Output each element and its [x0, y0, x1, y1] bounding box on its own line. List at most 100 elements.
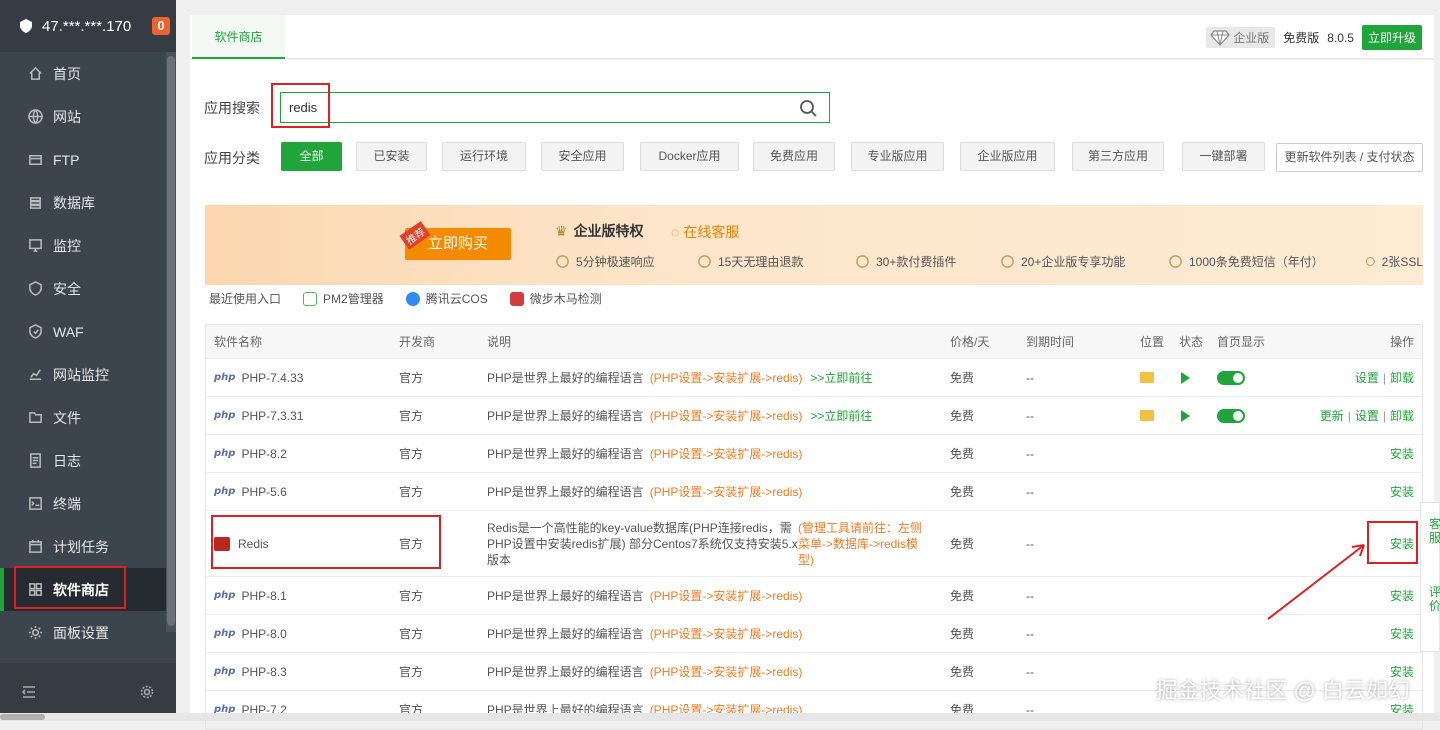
banner-feature-5: 2张SSL — [1365, 253, 1423, 270]
search-input[interactable]: redis — [280, 92, 830, 123]
row-name[interactable]: Redis — [214, 511, 269, 576]
homepage-toggle[interactable] — [1217, 370, 1245, 385]
online-service-link[interactable]: ◌ 在线客服 — [671, 222, 739, 242]
search-label: 应用搜索 — [204, 100, 260, 116]
category-6[interactable]: 专业版应用 — [851, 142, 944, 171]
category-1[interactable]: 已安装 — [356, 142, 427, 171]
op-卸载-button[interactable]: 卸载 — [1390, 407, 1414, 424]
op-设置-button[interactable]: 设置 — [1355, 407, 1379, 424]
folder-icon[interactable] — [1140, 372, 1154, 383]
sidebar-item-4[interactable]: 监控 — [0, 224, 176, 267]
row-expire: -- — [1026, 588, 1034, 603]
server-logo-icon — [20, 19, 32, 33]
watermark: 掘金技术社区 @ 白云如幻 — [1155, 678, 1410, 703]
table-row: Redis 官方 Redis是一个高性能的key-value数据库(PHP连接red… — [206, 511, 1422, 577]
homepage-toggle[interactable] — [1217, 408, 1245, 423]
col-homepage: 首页显示 — [1217, 335, 1266, 349]
sidebar-item-5[interactable]: 安全 — [0, 267, 176, 310]
row-vendor: 官方 — [399, 665, 424, 679]
waf-icon — [29, 324, 42, 339]
row-ops: 设置 | 卸载 — [1354, 369, 1414, 386]
sidebar-item-9[interactable]: 日志 — [0, 439, 176, 482]
php-icon: php — [214, 590, 236, 601]
op-安装-button[interactable]: 安装 — [1390, 587, 1414, 604]
upgrade-button[interactable]: 立即升级 — [1361, 25, 1422, 50]
banner-feature-3: 20+企业版专享功能 — [1000, 253, 1125, 270]
row-vendor: 官方 — [399, 371, 424, 385]
sidebar-item-1[interactable]: 网站 — [0, 95, 176, 138]
enterprise-badge[interactable]: 企业版 — [1206, 27, 1276, 48]
category-9[interactable]: 一键部署 — [1182, 142, 1265, 171]
sidebar-item-label: 安全 — [53, 280, 81, 297]
op-卸载-button[interactable]: 卸载 — [1390, 369, 1414, 386]
horizontal-scrollbar[interactable] — [0, 713, 1440, 721]
category-8[interactable]: 第三方应用 — [1072, 142, 1164, 171]
row-ops: 安装 — [1390, 511, 1414, 576]
goto-link[interactable]: >>立即前往 — [810, 407, 872, 424]
table-row: php PHP-8.0 官方 PHP是世界上最好的编程语言 (PHP设置->安装扩展->… — [206, 615, 1422, 653]
category-3[interactable]: 安全应用 — [541, 142, 624, 171]
refresh-list-button[interactable]: 更新软件列表 / 支付状态 — [1276, 143, 1423, 172]
sidebar-item-12[interactable]: 软件商店 — [0, 568, 176, 611]
category-0[interactable]: 全部 — [281, 142, 342, 171]
row-expire: -- — [1026, 536, 1034, 551]
notification-badge[interactable]: 0 — [152, 17, 170, 35]
feature-icon — [556, 255, 569, 268]
server-ip: 47.***.***.170 — [42, 17, 132, 35]
row-vendor: 官方 — [399, 409, 424, 423]
sidebar-item-10[interactable]: 终端 — [0, 482, 176, 525]
row-name[interactable]: php PHP-7.4.33 — [214, 359, 303, 396]
row-desc: PHP是世界上最好的编程语言 (PHP设置->安装扩展->redis) — [487, 485, 803, 499]
op-安装-button[interactable]: 安装 — [1390, 535, 1414, 552]
sidebar-item-label: 数据库 — [53, 194, 95, 211]
sidebar-item-0[interactable]: 首页 — [0, 52, 176, 95]
sidebar-scrollbar[interactable] — [166, 52, 176, 632]
recent-cos[interactable]: 腾讯云COS — [405, 290, 488, 307]
goto-link[interactable]: >>立即前往 — [810, 369, 872, 386]
recent-threatbook[interactable]: 微步木马检测 — [509, 290, 602, 307]
sidebar-item-6[interactable]: WAF — [0, 310, 176, 353]
op-安装-button[interactable]: 安装 — [1390, 625, 1414, 642]
op-安装-button[interactable]: 安装 — [1390, 483, 1414, 500]
row-name[interactable]: php PHP-8.0 — [214, 615, 287, 652]
col-price: 价格/天 — [950, 335, 990, 349]
op-设置-button[interactable]: 设置 — [1355, 369, 1379, 386]
row-name[interactable]: php PHP-8.1 — [214, 577, 287, 614]
server-header[interactable]: 47.***.***.170 0 — [0, 0, 176, 52]
database-icon — [30, 197, 41, 209]
collapse-menu-icon[interactable] — [22, 685, 36, 699]
float-service[interactable]: 客服 — [1429, 517, 1440, 545]
sidebar-item-11[interactable]: 计划任务 — [0, 525, 176, 568]
diamond-icon — [1210, 29, 1231, 46]
php-icon: php — [214, 628, 236, 639]
php-icon: php — [214, 448, 236, 459]
category-2[interactable]: 运行环境 — [442, 142, 526, 171]
float-review[interactable]: 评价 — [1429, 585, 1440, 613]
recent-pm2[interactable]: PM2管理器 — [303, 290, 384, 307]
banner-feature-2: 30+款付费插件 — [855, 253, 956, 270]
sidebar-item-3[interactable]: 数据库 — [0, 181, 176, 224]
op-更新-button[interactable]: 更新 — [1320, 407, 1344, 424]
sidebar-item-label: 首页 — [53, 65, 81, 82]
sidebar-item-label: 网站 — [53, 108, 81, 125]
row-name[interactable]: php PHP-7.2 — [214, 691, 287, 728]
row-name[interactable]: php PHP-5.6 — [214, 473, 287, 510]
play-status-icon[interactable] — [1181, 409, 1190, 422]
tab-software-store[interactable]: 软件商店 — [192, 15, 285, 59]
category-5[interactable]: 免费应用 — [753, 142, 835, 171]
row-name[interactable]: php PHP-8.2 — [214, 435, 287, 472]
search-icon[interactable] — [799, 99, 817, 117]
row-name[interactable]: php PHP-7.3.31 — [214, 397, 303, 434]
play-status-icon[interactable] — [1181, 371, 1190, 384]
sidebar-item-13[interactable]: 面板设置 — [0, 611, 176, 654]
op-安装-button[interactable]: 安装 — [1390, 445, 1414, 462]
sidebar-item-8[interactable]: 文件 — [0, 396, 176, 439]
sidebar-item-2[interactable]: FTP — [0, 138, 176, 181]
row-name[interactable]: php PHP-8.3 — [214, 653, 287, 690]
category-4[interactable]: Docker应用 — [640, 142, 739, 171]
settings-gear-icon[interactable] — [140, 685, 154, 699]
folder-icon[interactable] — [1140, 410, 1154, 421]
category-7[interactable]: 企业版应用 — [960, 142, 1055, 171]
sidebar-item-7[interactable]: 网站监控 — [0, 353, 176, 396]
row-desc: Redis是一个高性能的key-value数据库(PHP连接redis，需PHP… — [487, 520, 798, 567]
